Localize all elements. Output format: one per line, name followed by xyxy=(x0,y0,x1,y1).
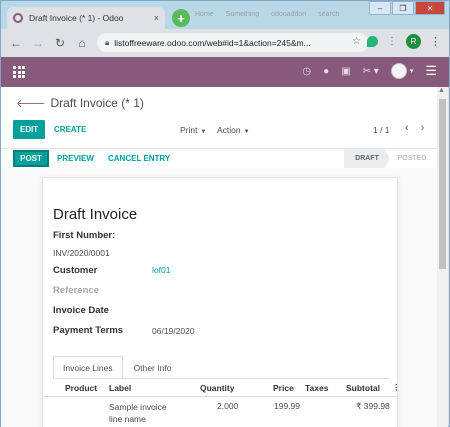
tab-strip: Draft Invoice (* 1) - Odoo × + Home Some… xyxy=(1,1,449,29)
reference-label: Reference xyxy=(53,285,99,296)
url-field[interactable]: 🔒︎ listoffreeware.odoo.com/web#id=1&acti… xyxy=(97,33,369,52)
clock-icon[interactable]: ◷ xyxy=(302,66,311,77)
hamburger-menu-icon[interactable]: ☰ xyxy=(425,63,437,79)
odoo-navbar: ◷ ● ▣ ✂︎ ▾ ▾ ☰ xyxy=(1,57,449,87)
background-tabs: Home Something odooaddon search xyxy=(195,11,339,18)
customer-label: Customer xyxy=(53,265,98,276)
systray: ◷ ● ▣ ✂︎ ▾ ▾ ☰ xyxy=(302,63,437,79)
window-controls: – ❐ ✕ xyxy=(368,1,445,15)
close-window-button[interactable]: ✕ xyxy=(415,1,445,15)
column-header-product[interactable]: Product xyxy=(65,383,97,393)
print-dropdown[interactable]: Print ▼ xyxy=(180,125,206,135)
back-arrow-icon[interactable]: ← xyxy=(7,36,25,50)
browser-toolbar-icons: ⋮ R ⋮ xyxy=(367,34,441,49)
column-header-subtotal[interactable]: Subtotal xyxy=(346,383,380,393)
post-button[interactable]: POST xyxy=(13,150,49,167)
breadcrumb-title: Draft Invoice (* 1) xyxy=(50,96,144,110)
pager-nav: ‹ › xyxy=(405,122,424,134)
payment-terms-label: Payment Terms xyxy=(53,325,124,336)
scroll-up-icon[interactable]: ▲ xyxy=(438,87,445,94)
pager-previous-icon[interactable]: ‹ xyxy=(405,122,409,134)
table-header: Product Label Quantity Price Taxes Subto… xyxy=(43,379,401,397)
cell-quantity: 2.000 xyxy=(217,401,239,411)
background-tab-label[interactable]: odooaddon xyxy=(271,11,306,18)
main-content: 🡐 Draft Invoice (* 1) EDIT CREATE Print ▼… xyxy=(1,87,437,427)
new-tab-button[interactable]: + xyxy=(172,9,190,27)
payment-terms-value: 06/19/2020 xyxy=(152,326,195,336)
column-header-price[interactable]: Price xyxy=(273,383,294,393)
lock-icon[interactable]: 🔒︎ xyxy=(105,38,109,48)
browser-menu-icon[interactable]: ⋮ xyxy=(430,35,441,48)
control-panel: 🡐 Draft Invoice (* 1) EDIT CREATE Print ▼… xyxy=(1,87,437,168)
tab-invoice-lines[interactable]: Invoice Lines xyxy=(53,356,123,379)
address-bar-row: ← → ↻ ⌂ 🔒︎ listoffreeware.odoo.com/web#i… xyxy=(1,29,449,56)
form-statusbar: POST PREVIEW CANCEL ENTRY DRAFT POSTED xyxy=(1,148,437,168)
odoo-favicon-icon xyxy=(13,13,23,23)
gift-icon[interactable]: ▣ xyxy=(341,66,350,77)
back-arrow-icon[interactable]: 🡐 xyxy=(16,96,46,110)
user-caret-icon: ▾ xyxy=(409,68,414,75)
vertical-scrollbar[interactable]: ▲ xyxy=(437,87,448,427)
extension-icon[interactable] xyxy=(367,36,378,47)
invoice-title: Draft Invoice xyxy=(53,206,138,223)
restore-button[interactable]: ❐ xyxy=(392,1,414,15)
tools-icon[interactable]: ✂︎ ▾ xyxy=(363,66,379,77)
profile-avatar[interactable]: R xyxy=(406,34,421,49)
first-number-value: INV/2020/0001 xyxy=(53,248,110,258)
forward-arrow-icon[interactable]: → xyxy=(29,36,47,50)
edit-button[interactable]: EDIT xyxy=(13,120,45,139)
puzzle-icon[interactable]: ⋮ xyxy=(387,36,397,47)
tab-other-info[interactable]: Other Info xyxy=(123,356,182,379)
pager-value[interactable]: 1 / 1 xyxy=(373,125,390,135)
tab-close-icon[interactable]: × xyxy=(154,13,159,23)
background-tab-label[interactable]: Something xyxy=(226,11,259,18)
reload-icon[interactable]: ↻ xyxy=(51,36,69,50)
invoice-date-label: Invoice Date xyxy=(53,305,109,316)
user-avatar[interactable] xyxy=(390,63,407,79)
column-header-taxes[interactable]: Taxes xyxy=(305,383,328,393)
chat-icon[interactable]: ● xyxy=(323,66,329,77)
preview-button[interactable]: PREVIEW xyxy=(57,154,94,163)
first-number-label: First Number: xyxy=(53,230,116,241)
optional-columns-icon[interactable]: ⋮ xyxy=(392,382,401,393)
background-tab-label[interactable]: Home xyxy=(195,11,214,18)
tab-title: Draft Invoice (* 1) - Odoo xyxy=(29,13,124,23)
breadcrumb: 🡐 Draft Invoice (* 1) xyxy=(16,96,144,110)
cancel-entry-button[interactable]: CANCEL ENTRY xyxy=(108,154,170,163)
column-header-label[interactable]: Label xyxy=(109,383,131,393)
home-icon[interactable]: ⌂ xyxy=(73,36,91,50)
stage-draft: DRAFT xyxy=(344,149,390,168)
action-label: Action xyxy=(217,125,241,135)
apps-menu-icon[interactable] xyxy=(13,66,25,78)
background-tab-label[interactable]: search xyxy=(318,11,339,18)
cell-label: Sample invoice line name xyxy=(109,402,167,424)
action-dropdown[interactable]: Action ▼ xyxy=(217,125,250,135)
stage-posted[interactable]: POSTED xyxy=(389,149,435,168)
caret-down-icon: ▼ xyxy=(243,129,250,135)
scrollbar-thumb[interactable] xyxy=(439,99,446,269)
browser-tab[interactable]: Draft Invoice (* 1) - Odoo × xyxy=(7,7,165,29)
cell-subtotal: ₹ 399.98 xyxy=(356,401,390,411)
cell-price: 199.99 xyxy=(274,401,300,411)
form-sheet: Draft Invoice First Number: INV/2020/000… xyxy=(42,177,401,427)
print-label: Print xyxy=(180,125,198,135)
star-icon[interactable]: ☆ xyxy=(352,36,361,47)
browser-window: Draft Invoice (* 1) - Odoo × + Home Some… xyxy=(0,0,450,427)
customer-link[interactable]: lof01 xyxy=(152,265,170,275)
create-button[interactable]: CREATE xyxy=(54,125,86,134)
user-menu[interactable]: ▾ xyxy=(390,63,414,79)
url-text: listoffreeware.odoo.com/web#id=1&action=… xyxy=(114,37,311,48)
caret-down-icon: ▼ xyxy=(200,129,207,135)
invoice-lines-table: Product Label Quantity Price Taxes Subto… xyxy=(43,379,401,427)
pager-next-icon[interactable]: › xyxy=(421,122,425,134)
table-row[interactable]: Sample invoice line name 2.000 199.99 ₹ … xyxy=(43,397,399,427)
minimize-button[interactable]: – xyxy=(369,1,391,15)
notebook-tabs: Invoice Lines Other Info xyxy=(53,356,182,379)
column-header-quantity[interactable]: Quantity xyxy=(200,383,234,393)
